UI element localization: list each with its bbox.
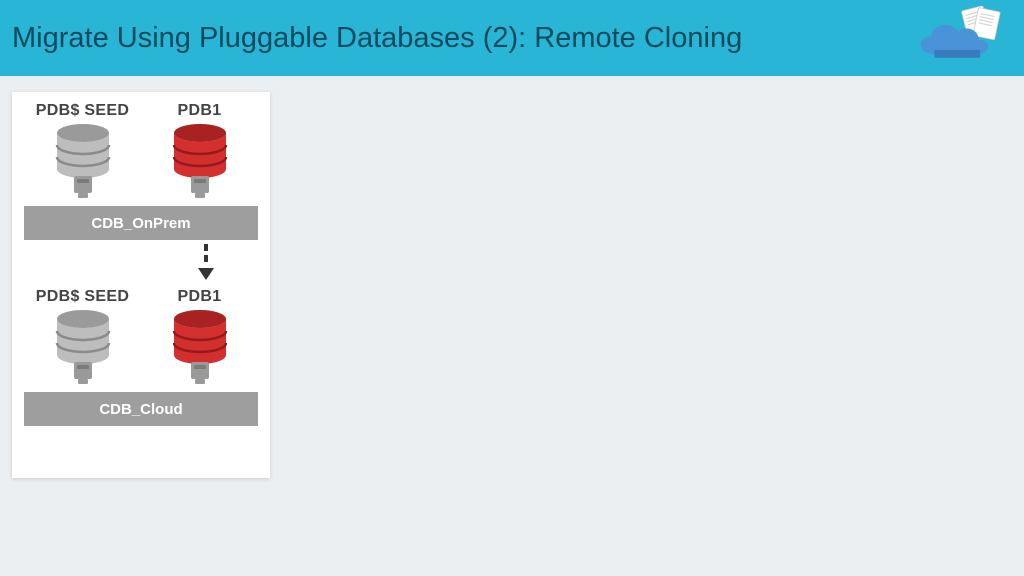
database-gray-icon bbox=[52, 309, 114, 387]
cdb-onprem-bar: CDB_OnPrem bbox=[24, 206, 258, 240]
pdb-seed-label: PDB$ SEED bbox=[36, 102, 129, 120]
arrow-down-wrap bbox=[24, 240, 258, 286]
pdb1-onprem: PDB1 bbox=[147, 102, 252, 201]
database-red-icon bbox=[169, 309, 231, 387]
pdb1-label: PDB1 bbox=[178, 102, 222, 120]
top-db-row: PDB$ SEED PDB1 bbox=[24, 100, 258, 201]
pdb-seed-cloud: PDB$ SEED bbox=[30, 288, 135, 387]
database-red-icon bbox=[169, 123, 231, 201]
bottom-db-row: PDB$ SEED PDB1 bbox=[24, 286, 258, 387]
pdb-seed-label: PDB$ SEED bbox=[36, 288, 129, 306]
pdb-seed-onprem: PDB$ SEED bbox=[30, 102, 135, 201]
slide-header: Migrate Using Pluggable Databases (2): R… bbox=[0, 0, 1024, 76]
cloud-documents-icon bbox=[909, 6, 1004, 70]
arrow-down-icon bbox=[196, 242, 216, 284]
database-gray-icon bbox=[52, 123, 114, 201]
pdb1-cloud: PDB1 bbox=[147, 288, 252, 387]
cdb-cloud-bar: CDB_Cloud bbox=[24, 392, 258, 426]
slide-title: Migrate Using Pluggable Databases (2): R… bbox=[12, 22, 742, 55]
diagram-panel: PDB$ SEED PDB1 CDB_ bbox=[12, 92, 270, 478]
pdb1-label: PDB1 bbox=[178, 288, 222, 306]
